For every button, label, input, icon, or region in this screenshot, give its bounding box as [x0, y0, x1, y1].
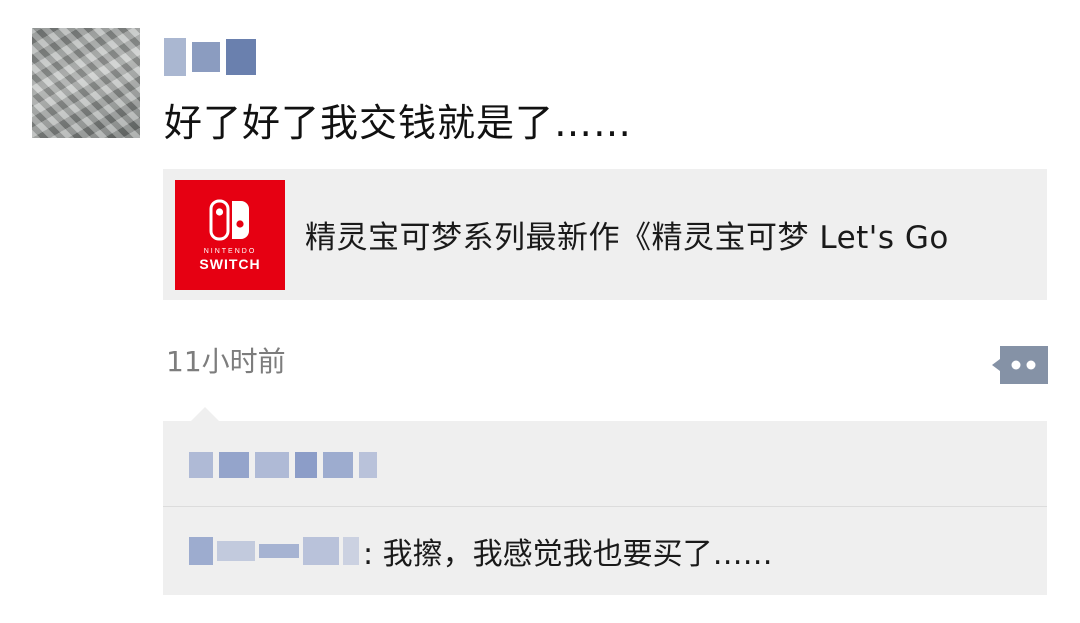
username-blurred[interactable] — [164, 36, 256, 78]
share-thumbnail: NINTENDO SWITCH — [175, 179, 285, 290]
thumb-brand-small: NINTENDO — [203, 247, 257, 255]
comment-panel-arrow — [190, 407, 220, 422]
comment-divider — [163, 506, 1047, 507]
comment-panel: : 我擦，我感觉我也要买了…… — [163, 421, 1047, 595]
thumb-brand-big: SWITCH — [199, 255, 261, 272]
likes-list-blurred[interactable] — [189, 449, 377, 481]
post-timestamp: 11小时前 — [166, 345, 286, 378]
comment-item[interactable]: : 我擦，我感觉我也要买了…… — [189, 529, 773, 573]
share-thumbnail-caption: NINTENDO SWITCH — [175, 248, 285, 272]
share-title: 精灵宝可梦系列最新作《精灵宝可梦 Let's Go — [305, 220, 949, 256]
share-card[interactable]: NINTENDO SWITCH 精灵宝可梦系列最新作《精灵宝可梦 Let's G… — [163, 169, 1047, 300]
post-text: 好了好了我交钱就是了…… — [164, 101, 633, 145]
more-dots-icon[interactable] — [992, 346, 1048, 384]
comment-author-blurred[interactable] — [189, 537, 359, 565]
comment-text: : 我擦，我感觉我也要买了…… — [363, 537, 773, 572]
nintendo-switch-logo — [209, 199, 249, 240]
avatar[interactable] — [32, 28, 140, 138]
